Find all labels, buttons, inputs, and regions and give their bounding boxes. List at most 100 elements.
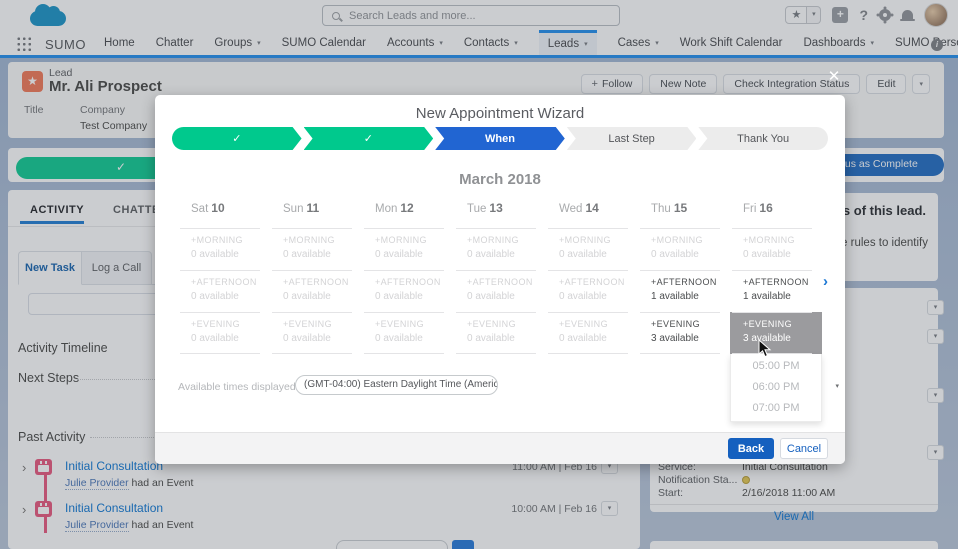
slot-availability: 0 available (191, 333, 239, 344)
slot-evening-mon-12: +EVENING 0 available (362, 312, 454, 354)
slot-period-label: +EVENING (375, 319, 424, 329)
calendar-month-title: March 2018 (459, 171, 541, 188)
calendar-day-headers: Sat 10 Sun 11 Mon 12 Tue 13 Wed 14 Thu 15 Fri 16 (178, 201, 822, 215)
slot-period-label: +MORNING (191, 235, 243, 245)
slot-availability: 0 available (559, 333, 607, 344)
slot-period-label: +AFTERNOON (467, 277, 533, 287)
app-window: ★ ▾ + ? SUMO HomeChatterGroups▾SUMO Cale… (0, 0, 958, 549)
slot-availability: 0 available (191, 291, 239, 302)
slot-afternoon-thu-15[interactable]: +AFTERNOON 1 available (638, 270, 730, 312)
day-number: 10 (211, 201, 225, 215)
slot-morning-mon-12: +MORNING 0 available (362, 228, 454, 270)
modal-title: New Appointment Wizard (415, 105, 585, 122)
slot-period-label: +AFTERNOON (375, 277, 441, 287)
slot-availability: 0 available (283, 249, 331, 260)
wizard-step-last-step[interactable]: Last Step (567, 127, 697, 150)
slot-period-label: +EVENING (467, 319, 516, 329)
slot-afternoon-wed-14: +AFTERNOON 0 available (546, 270, 638, 312)
slot-evening-tue-13: +EVENING 0 available (454, 312, 546, 354)
slot-period-label: +EVENING (559, 319, 608, 329)
day-header-fri-16: Fri 16 (730, 201, 822, 215)
slot-evening-thu-15[interactable]: +EVENING 3 available (638, 312, 730, 354)
slot-availability: 0 available (283, 333, 331, 344)
slot-period-label: +EVENING (283, 319, 332, 329)
slot-availability: 0 available (467, 249, 515, 260)
slot-availability: 0 available (375, 333, 423, 344)
day-name: Sun (283, 203, 304, 215)
day-name: Wed (559, 203, 583, 215)
mouse-cursor (758, 339, 772, 358)
back-button[interactable]: Back (728, 438, 774, 459)
slot-period-label: +EVENING (743, 319, 792, 329)
slot-afternoon-mon-12: +AFTERNOON 0 available (362, 270, 454, 312)
slot-period-label: +AFTERNOON (191, 277, 257, 287)
slot-period-label: +MORNING (651, 235, 703, 245)
new-appointment-wizard-modal: New Appointment Wizard ✓ ✓ When Last Step Th… (155, 95, 845, 464)
slot-period-label: +MORNING (467, 235, 519, 245)
wizard-progress-bar: ✓ ✓ When Last Step Thank You (172, 127, 828, 150)
slot-availability: 0 available (651, 249, 699, 260)
day-name: Thu (651, 203, 671, 215)
slot-period-label: +MORNING (283, 235, 335, 245)
day-number: 13 (489, 201, 503, 215)
slot-period-label: +AFTERNOON (651, 277, 717, 287)
day-name: Fri (743, 203, 757, 215)
day-header-thu-15: Thu 15 (638, 201, 730, 215)
wizard-step-done-1[interactable]: ✓ (172, 127, 302, 150)
slot-afternoon-tue-13: +AFTERNOON 0 available (454, 270, 546, 312)
time-option-06-00-pm[interactable]: 06:00 PM (731, 377, 821, 398)
slot-period-label: +AFTERNOON (283, 277, 349, 287)
slot-morning-tue-13: +MORNING 0 available (454, 228, 546, 270)
day-number: 14 (585, 201, 599, 215)
timezone-select[interactable]: (GMT-04:00) Eastern Daylight Time (Ameri… (295, 375, 498, 395)
slot-evening-sun-11: +EVENING 0 available (270, 312, 362, 354)
slot-afternoon-fri-16[interactable]: +AFTERNOON 1 available (730, 270, 822, 312)
day-number: 15 (673, 201, 688, 215)
slot-morning-fri-16: +MORNING 0 available (730, 228, 822, 270)
modal-footer: Back Cancel (155, 432, 845, 464)
chevron-down-icon: ▾ (835, 383, 839, 390)
day-header-mon-12: Mon 12 (362, 201, 454, 215)
wizard-step-done-2[interactable]: ✓ (304, 127, 434, 150)
slot-period-label: +EVENING (651, 319, 700, 329)
slot-period-label: +EVENING (191, 319, 240, 329)
slot-availability: 3 available (743, 333, 791, 344)
day-number: 16 (759, 201, 773, 215)
slot-period-label: +MORNING (559, 235, 611, 245)
slot-afternoon-sat-10: +AFTERNOON 0 available (178, 270, 270, 312)
slot-morning-sat-10: +MORNING 0 available (178, 228, 270, 270)
slot-availability: 0 available (559, 249, 607, 260)
wizard-step-when[interactable]: When (435, 127, 565, 150)
slot-evening-sat-10: +EVENING 0 available (178, 312, 270, 354)
cancel-button[interactable]: Cancel (780, 438, 828, 459)
slot-availability: 1 available (651, 291, 699, 302)
slot-availability: 0 available (559, 291, 607, 302)
next-week-chevron[interactable]: › (823, 273, 828, 290)
time-option-07-00-pm[interactable]: 07:00 PM (731, 398, 821, 419)
slot-availability: 0 available (743, 249, 791, 260)
slot-availability: 0 available (467, 333, 515, 344)
slot-availability: 3 available (651, 333, 699, 344)
step-label: Last Step (608, 132, 655, 145)
slot-evening-wed-14: +EVENING 0 available (546, 312, 638, 354)
time-option-05-00-pm[interactable]: 05:00 PM (731, 356, 821, 377)
day-name: Sat (191, 203, 209, 215)
check-icon: ✓ (232, 133, 242, 145)
day-header-sun-11: Sun 11 (270, 201, 362, 215)
timezone-label: Available times displayed in: (178, 381, 310, 393)
slot-evening-fri-16[interactable]: +EVENING 3 available (730, 312, 822, 354)
slot-availability: 1 available (743, 291, 791, 302)
wizard-step-thank-you[interactable]: Thank You (698, 127, 828, 150)
slot-row-evening: +EVENING 0 available +EVENING 0 available +E… (178, 312, 822, 354)
time-slot-dropdown: 05:00 PM 06:00 PM 07:00 PM (730, 354, 822, 422)
slot-availability: 0 available (375, 291, 423, 302)
close-icon[interactable]: ✕ (825, 68, 843, 86)
slot-availability: 0 available (191, 249, 239, 260)
step-label: When (485, 132, 515, 145)
slot-availability: 0 available (375, 249, 423, 260)
day-name: Tue (467, 203, 487, 215)
slot-morning-sun-11: +MORNING 0 available (270, 228, 362, 270)
slot-row-morning: +MORNING 0 available +MORNING 0 available +M… (178, 228, 822, 270)
slot-availability: 0 available (467, 291, 515, 302)
slot-period-label: +MORNING (743, 235, 795, 245)
